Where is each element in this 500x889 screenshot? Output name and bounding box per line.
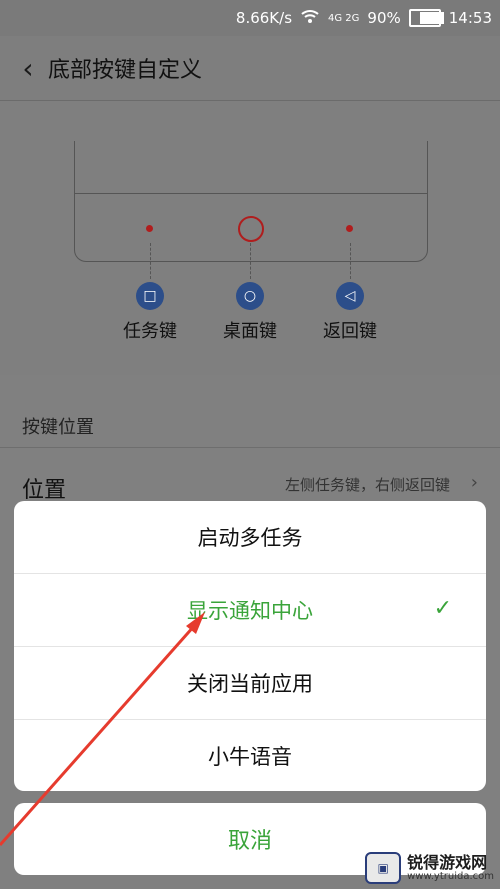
page: 8.66K/s 4G 2G 90% 14:53 ‹ 底部按键自定义 □ ○ ◁ …: [0, 0, 500, 889]
square-icon[interactable]: □: [136, 282, 164, 310]
section-title: 按键位置: [22, 417, 94, 438]
option-label: 显示通知中心: [187, 599, 313, 623]
title-bar: ‹ 底部按键自定义: [0, 36, 500, 101]
key-preview: □ ○ ◁ 任务键 桌面键 返回键: [0, 101, 500, 375]
back-key-label: 返回键: [323, 321, 377, 342]
option-close-app[interactable]: 关闭当前应用: [14, 647, 486, 720]
wifi-icon: [300, 8, 320, 28]
nav-bar-divider: [75, 193, 427, 194]
signal-icon: 4G 2G: [328, 12, 360, 24]
action-sheet: 启动多任务 显示通知中心 ✓ 关闭当前应用 小牛语音: [14, 501, 486, 791]
back-key-connector: [350, 243, 351, 279]
phone-outline: [74, 141, 428, 262]
page-title: 底部按键自定义: [48, 58, 203, 83]
status-bar: 8.66K/s 4G 2G 90% 14:53: [0, 0, 500, 36]
task-key-indicator: [146, 225, 153, 232]
option-multitask[interactable]: 启动多任务: [14, 501, 486, 574]
watermark-logo-icon: ▣: [365, 852, 402, 884]
network-speed: 8.66K/s: [235, 9, 293, 27]
option-voice[interactable]: 小牛语音: [14, 720, 486, 791]
back-icon[interactable]: ‹: [8, 52, 48, 85]
watermark: ▣ 锐得游戏网 www.ytruida.com: [365, 852, 494, 884]
option-label: 小牛语音: [208, 745, 292, 769]
task-key-connector: [150, 243, 151, 279]
chevron-right-icon: ›: [470, 472, 478, 493]
watermark-title: 锐得游戏网: [407, 852, 488, 872]
circle-icon[interactable]: ○: [236, 282, 264, 310]
clock: 14:53: [448, 9, 492, 27]
battery-icon: [408, 9, 444, 27]
home-key-connector: [250, 243, 251, 279]
triangle-icon[interactable]: ◁: [336, 282, 364, 310]
home-key-indicator: [238, 216, 264, 242]
check-icon: ✓: [433, 596, 452, 621]
task-key-label: 任务键: [123, 321, 177, 342]
position-label: 位置: [22, 478, 67, 503]
option-notification-center[interactable]: 显示通知中心 ✓: [14, 574, 486, 647]
watermark-url: www.ytruida.com: [407, 871, 494, 883]
position-value: 左侧任务键，右侧返回键: [284, 476, 450, 494]
option-label: 启动多任务: [197, 526, 303, 550]
battery-percent: 90%: [367, 9, 401, 27]
home-key-label: 桌面键: [223, 321, 277, 342]
back-key-indicator: [346, 225, 353, 232]
option-label: 关闭当前应用: [187, 672, 313, 696]
